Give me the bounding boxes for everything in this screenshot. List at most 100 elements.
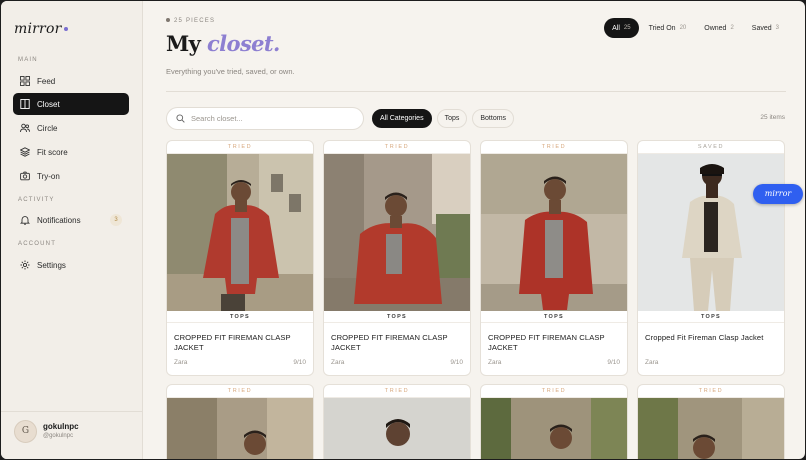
sidebar: mirror MAIN Feed Closet Circle Fit score… (1, 1, 143, 459)
username: gokulnpc (43, 422, 79, 431)
tab-all[interactable]: All 25 (604, 18, 639, 38)
layers-icon (20, 147, 30, 157)
tab-label: Owned (704, 24, 727, 32)
camera-icon (20, 171, 30, 181)
tab-count: 2 (730, 25, 734, 31)
tab-saved[interactable]: Saved 3 (744, 18, 787, 38)
closet-card[interactable]: TRIED TOPS CROPPED FIT FIREMAN CLASP JAC… (480, 140, 628, 376)
section-label-activity: ACTIVITY (18, 197, 55, 203)
product-image (638, 398, 784, 459)
sidebar-item-fit-score[interactable]: Fit score (13, 141, 129, 163)
tab-count: 20 (679, 25, 687, 31)
grid-icon (20, 76, 30, 86)
filter-bottoms[interactable]: Bottoms (472, 109, 515, 128)
closet-card[interactable]: TRIED (166, 384, 314, 459)
status-label: TRIED (324, 385, 470, 398)
product-image (324, 398, 470, 459)
main-content: 25 PIECES My closet. Everything you've t… (143, 1, 805, 459)
sidebar-item-settings[interactable]: Settings (13, 254, 129, 276)
tab-label: All (612, 24, 620, 32)
product-image (481, 398, 627, 459)
bullet-dot (166, 18, 170, 23)
closet-card[interactable]: TRIED (323, 384, 471, 459)
page-subtitle: Everything you've tried, saved, or own. (166, 67, 295, 76)
tab-label: Tried On (648, 24, 676, 32)
product-image (324, 154, 470, 311)
people-icon (20, 123, 30, 133)
product-image (481, 154, 627, 311)
filter-all-categories[interactable]: All Categories (372, 109, 432, 128)
logo-dot (64, 27, 69, 31)
product-name: CROPPED FIT FIREMAN CLASP JACKET (331, 333, 448, 352)
header-divider (166, 91, 786, 92)
photo-placeholder (481, 154, 627, 311)
sidebar-item-label: Closet (37, 99, 60, 109)
wardrobe-icon (20, 99, 30, 109)
fit-score: 9/10 (293, 359, 306, 366)
photo-placeholder (167, 398, 313, 459)
closet-card[interactable]: TRIED (637, 384, 785, 459)
sidebar-item-feed[interactable]: Feed (13, 70, 129, 92)
section-label-account: ACCOUNT (18, 241, 57, 247)
sidebar-item-closet[interactable]: Closet (13, 93, 129, 115)
search-icon (176, 114, 185, 123)
sidebar-item-label: Fit score (37, 147, 68, 157)
section-label-main: MAIN (18, 57, 38, 63)
pieces-label: 25 PIECES (174, 18, 216, 24)
product-brand: Zara (645, 359, 659, 366)
status-label: TRIED (638, 385, 784, 398)
category-label: TOPS (324, 311, 470, 323)
title-main: My (166, 31, 207, 56)
pieces-count: 25 PIECES (166, 18, 215, 24)
closet-card[interactable]: TRIED (480, 384, 628, 459)
status-label: TRIED (324, 141, 470, 154)
search-input[interactable] (191, 114, 351, 123)
tab-count: 25 (623, 25, 631, 31)
product-name: Cropped Fit Fireman Clasp Jacket (645, 333, 764, 342)
filter-tops[interactable]: Tops (436, 109, 468, 128)
closet-card[interactable]: SAVED TOPS Cropped Fit Fireman Clasp Jac… (637, 140, 785, 376)
category-label: TOPS (638, 311, 784, 323)
photo-placeholder (481, 398, 627, 459)
sidebar-item-label: Feed (37, 76, 56, 86)
avatar: G (14, 420, 37, 443)
product-image (167, 398, 313, 459)
category-filters: All Categories Tops Bottoms (372, 109, 519, 128)
status-label: SAVED (638, 141, 784, 154)
status-label: TRIED (481, 385, 627, 398)
product-image (638, 154, 784, 311)
tab-tried-on[interactable]: Tried On 20 (641, 18, 695, 38)
user-handle: @gokulnpc (43, 433, 74, 439)
status-label: TRIED (167, 385, 313, 398)
product-brand: Zara (331, 359, 345, 366)
sidebar-item-label: Try-on (37, 171, 60, 181)
user-profile[interactable]: G gokulnpc @gokulnpc (1, 411, 143, 459)
items-count: 25 items (760, 114, 785, 121)
filter-tabs: All 25 Tried On 20 Owned 2 Saved 3 (602, 18, 787, 38)
sidebar-item-circle[interactable]: Circle (13, 117, 129, 139)
photo-placeholder (638, 154, 784, 311)
sidebar-item-notifications[interactable]: Notifications 3 (13, 209, 129, 231)
photo-placeholder (324, 154, 470, 311)
page-title: My closet. (166, 31, 280, 56)
product-image (167, 154, 313, 311)
status-label: TRIED (167, 141, 313, 154)
app-window: mirror MAIN Feed Closet Circle Fit score… (1, 1, 805, 459)
closet-card[interactable]: TRIED TOPS CROPPED FIT FIREMAN CLASP JAC… (166, 140, 314, 376)
closet-card[interactable]: TRIED TOPS CROPPED FIT FIREMAN CLASP JAC… (323, 140, 471, 376)
mirror-extension-button[interactable]: mirror (753, 184, 803, 204)
search-bar[interactable] (166, 107, 364, 130)
photo-placeholder (167, 154, 313, 311)
logo[interactable]: mirror (14, 21, 69, 37)
title-accent: closet. (206, 31, 280, 56)
category-label: TOPS (481, 311, 627, 323)
sidebar-item-try-on[interactable]: Try-on (13, 165, 129, 187)
notification-badge: 3 (110, 214, 122, 226)
tab-count: 3 (775, 25, 779, 31)
product-brand: Zara (174, 359, 188, 366)
status-label: TRIED (481, 141, 627, 154)
sidebar-item-label: Settings (37, 260, 66, 270)
product-brand: Zara (488, 359, 502, 366)
logo-text: mirror (14, 21, 62, 37)
tab-owned[interactable]: Owned 2 (696, 18, 742, 38)
